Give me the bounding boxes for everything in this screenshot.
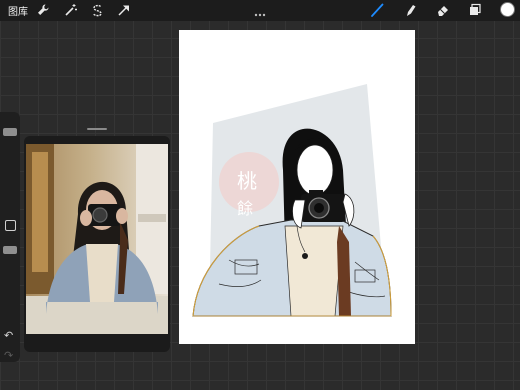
modify-button-icon[interactable]: [5, 220, 16, 231]
seal-character-top: 桃: [237, 169, 257, 193]
redo-arrow-icon[interactable]: ↷: [4, 350, 13, 361]
undo-arrow-icon[interactable]: ↶: [4, 330, 13, 341]
transform-arrow-icon[interactable]: [117, 3, 131, 17]
brush-size-slider[interactable]: [3, 128, 17, 136]
reference-window[interactable]: [24, 128, 170, 352]
wrench-icon[interactable]: [36, 3, 50, 17]
color-picker-swatch[interactable]: [500, 2, 515, 17]
seal-character-bottom: 餘: [237, 199, 253, 218]
selection-s-icon[interactable]: [90, 3, 104, 17]
reference-photo: [26, 144, 168, 334]
eraser-icon[interactable]: [436, 3, 450, 17]
magic-wand-icon[interactable]: [64, 3, 78, 17]
drawing-canvas[interactable]: 桃 餘: [179, 30, 415, 344]
brush-icon[interactable]: [370, 3, 384, 17]
opacity-slider[interactable]: [3, 246, 17, 254]
top-toolbar: 图库: [0, 0, 520, 21]
smudge-icon[interactable]: [403, 3, 417, 17]
layers-icon[interactable]: [468, 3, 482, 17]
left-sidebar: ↶ ↷: [0, 112, 20, 362]
more-options-icon[interactable]: [253, 3, 267, 17]
gallery-button[interactable]: 图库: [8, 3, 28, 18]
reference-window-grip[interactable]: [87, 128, 107, 130]
